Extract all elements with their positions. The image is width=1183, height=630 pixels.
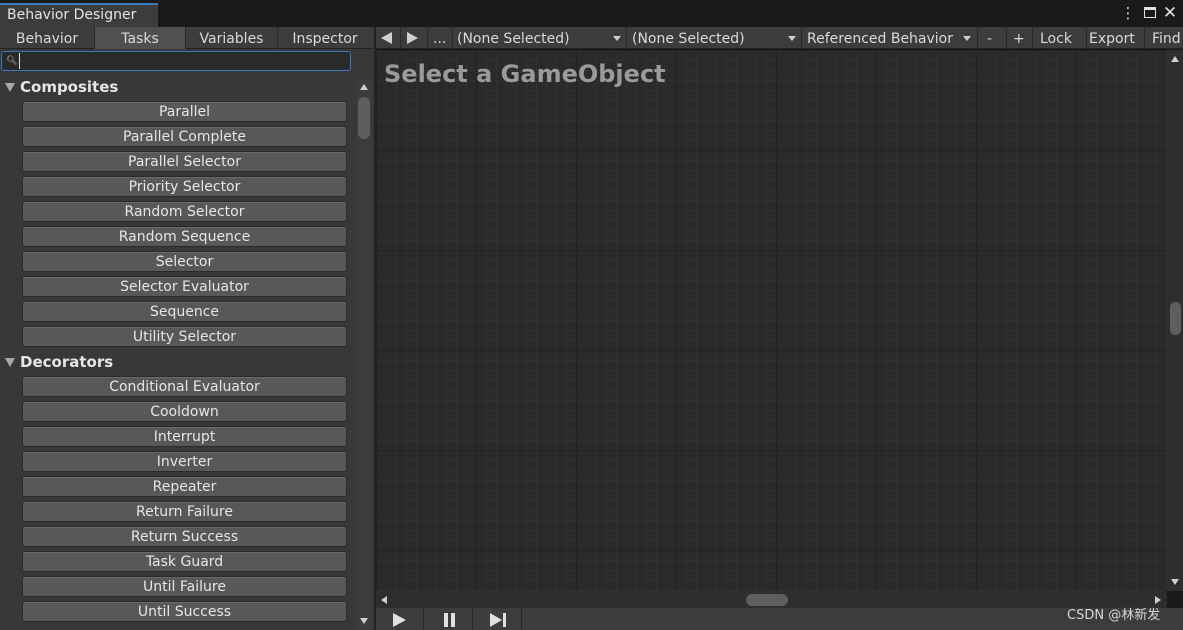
window-tab[interactable]: Behavior Designer (0, 3, 158, 27)
task-button-sequence[interactable]: Sequence (22, 301, 347, 322)
scroll-left-arrow-icon[interactable] (381, 596, 387, 604)
scrollbar-thumb[interactable] (1170, 302, 1181, 335)
dropdown-caret-icon[interactable] (613, 36, 621, 41)
category-label: Decorators (20, 353, 114, 371)
kebab-menu-icon[interactable]: ⋮ (1119, 4, 1137, 22)
task-list-panel: 🔍︎ Composites Parallel Parallel Complete… (0, 49, 374, 630)
zoom-out-button[interactable]: - (987, 27, 997, 49)
task-button-priority-selector[interactable]: Priority Selector (22, 176, 347, 197)
task-button-inverter[interactable]: Inverter (22, 451, 347, 472)
search-icon: 🔍︎ (6, 56, 18, 66)
playback-bar (376, 608, 1183, 630)
task-button-parallel-selector[interactable]: Parallel Selector (22, 151, 347, 172)
tab-inspector[interactable]: Inspector (278, 27, 372, 49)
task-button-selector[interactable]: Selector (22, 251, 347, 272)
task-button-selector-evaluator[interactable]: Selector Evaluator (22, 276, 347, 297)
task-button-until-success[interactable]: Until Success (22, 601, 347, 622)
dropdown-value: Referenced Behavior (807, 31, 954, 47)
category-label: Composites (20, 78, 119, 96)
scroll-right-arrow-icon[interactable] (1155, 596, 1161, 604)
task-button-return-failure[interactable]: Return Failure (22, 501, 347, 522)
step-forward-icon (490, 613, 502, 627)
pause-button[interactable] (425, 608, 473, 630)
graph-toolbar: ... (None Selected) (None Selected) Refe… (376, 27, 1183, 49)
step-button[interactable] (474, 608, 522, 630)
graph-horizontal-scrollbar[interactable] (376, 591, 1167, 608)
category-composites[interactable]: Composites (0, 77, 352, 99)
task-button-utility-selector[interactable]: Utility Selector (22, 326, 347, 347)
task-button-random-selector[interactable]: Random Selector (22, 201, 347, 222)
task-button-interrupt[interactable]: Interrupt (22, 426, 347, 447)
scrollbar-thumb[interactable] (746, 594, 788, 606)
scrollbar-thumb[interactable] (358, 97, 370, 139)
behavior-source-dropdown[interactable]: (None Selected) (457, 27, 623, 49)
scroll-down-arrow-icon[interactable] (360, 618, 368, 624)
tab-variables[interactable]: Variables (186, 27, 277, 49)
task-button-random-sequence[interactable]: Random Sequence (22, 226, 347, 247)
tab-tasks[interactable]: Tasks (95, 27, 185, 49)
dropdown-value: (None Selected) (632, 31, 745, 47)
expand-triangle-icon[interactable] (5, 83, 15, 92)
task-button-until-failure[interactable]: Until Failure (22, 576, 347, 597)
close-icon[interactable]: ✕ (1161, 4, 1179, 22)
task-button-conditional-evaluator[interactable]: Conditional Evaluator (22, 376, 347, 397)
scroll-up-arrow-icon[interactable] (360, 84, 368, 90)
dropdown-caret-icon[interactable] (963, 36, 971, 41)
graph-placeholder-message: Select a GameObject (384, 60, 666, 88)
task-button-parallel[interactable]: Parallel (22, 101, 347, 122)
task-search-box[interactable]: 🔍︎ (1, 51, 351, 71)
referenced-behavior-dropdown[interactable]: Referenced Behavior (807, 27, 961, 49)
expand-triangle-icon[interactable] (5, 358, 15, 367)
back-arrow-icon[interactable] (381, 27, 397, 49)
task-button-cooldown[interactable]: Cooldown (22, 401, 347, 422)
zoom-in-button[interactable]: + (1013, 27, 1025, 49)
more-button[interactable]: ... (433, 27, 447, 49)
task-button-return-success[interactable]: Return Success (22, 526, 347, 547)
task-list-scrollbar[interactable] (356, 79, 372, 630)
find-button[interactable]: Find (1152, 27, 1183, 49)
scroll-up-arrow-icon[interactable] (1171, 56, 1179, 62)
dropdown-value: (None Selected) (457, 31, 570, 47)
lock-button[interactable]: Lock (1040, 27, 1078, 49)
maximize-icon[interactable] (1141, 4, 1159, 22)
export-button[interactable]: Export (1089, 27, 1139, 49)
task-button-parallel-complete[interactable]: Parallel Complete (22, 126, 347, 147)
pause-icon (444, 613, 455, 627)
behavior-graph-canvas[interactable]: Select a GameObject (376, 50, 1167, 591)
forward-arrow-icon[interactable] (407, 27, 423, 49)
title-bar: Behavior Designer ⋮ ✕ (0, 0, 1183, 27)
tab-behavior[interactable]: Behavior (0, 27, 94, 49)
watermark-text: CSDN @林新发 (1067, 608, 1161, 623)
graph-vertical-scrollbar[interactable] (1167, 50, 1183, 591)
task-button-task-guard[interactable]: Task Guard (22, 551, 347, 572)
task-search-input[interactable] (19, 53, 344, 69)
play-icon (393, 613, 406, 627)
task-button-repeater[interactable]: Repeater (22, 476, 347, 497)
dropdown-caret-icon[interactable] (788, 36, 796, 41)
category-decorators[interactable]: Decorators (0, 352, 352, 374)
scroll-down-arrow-icon[interactable] (1171, 579, 1179, 585)
behavior-select-dropdown[interactable]: (None Selected) (632, 27, 798, 49)
left-panel-tabs: Behavior Tasks Variables Inspector (0, 27, 374, 49)
play-button[interactable] (376, 608, 424, 630)
